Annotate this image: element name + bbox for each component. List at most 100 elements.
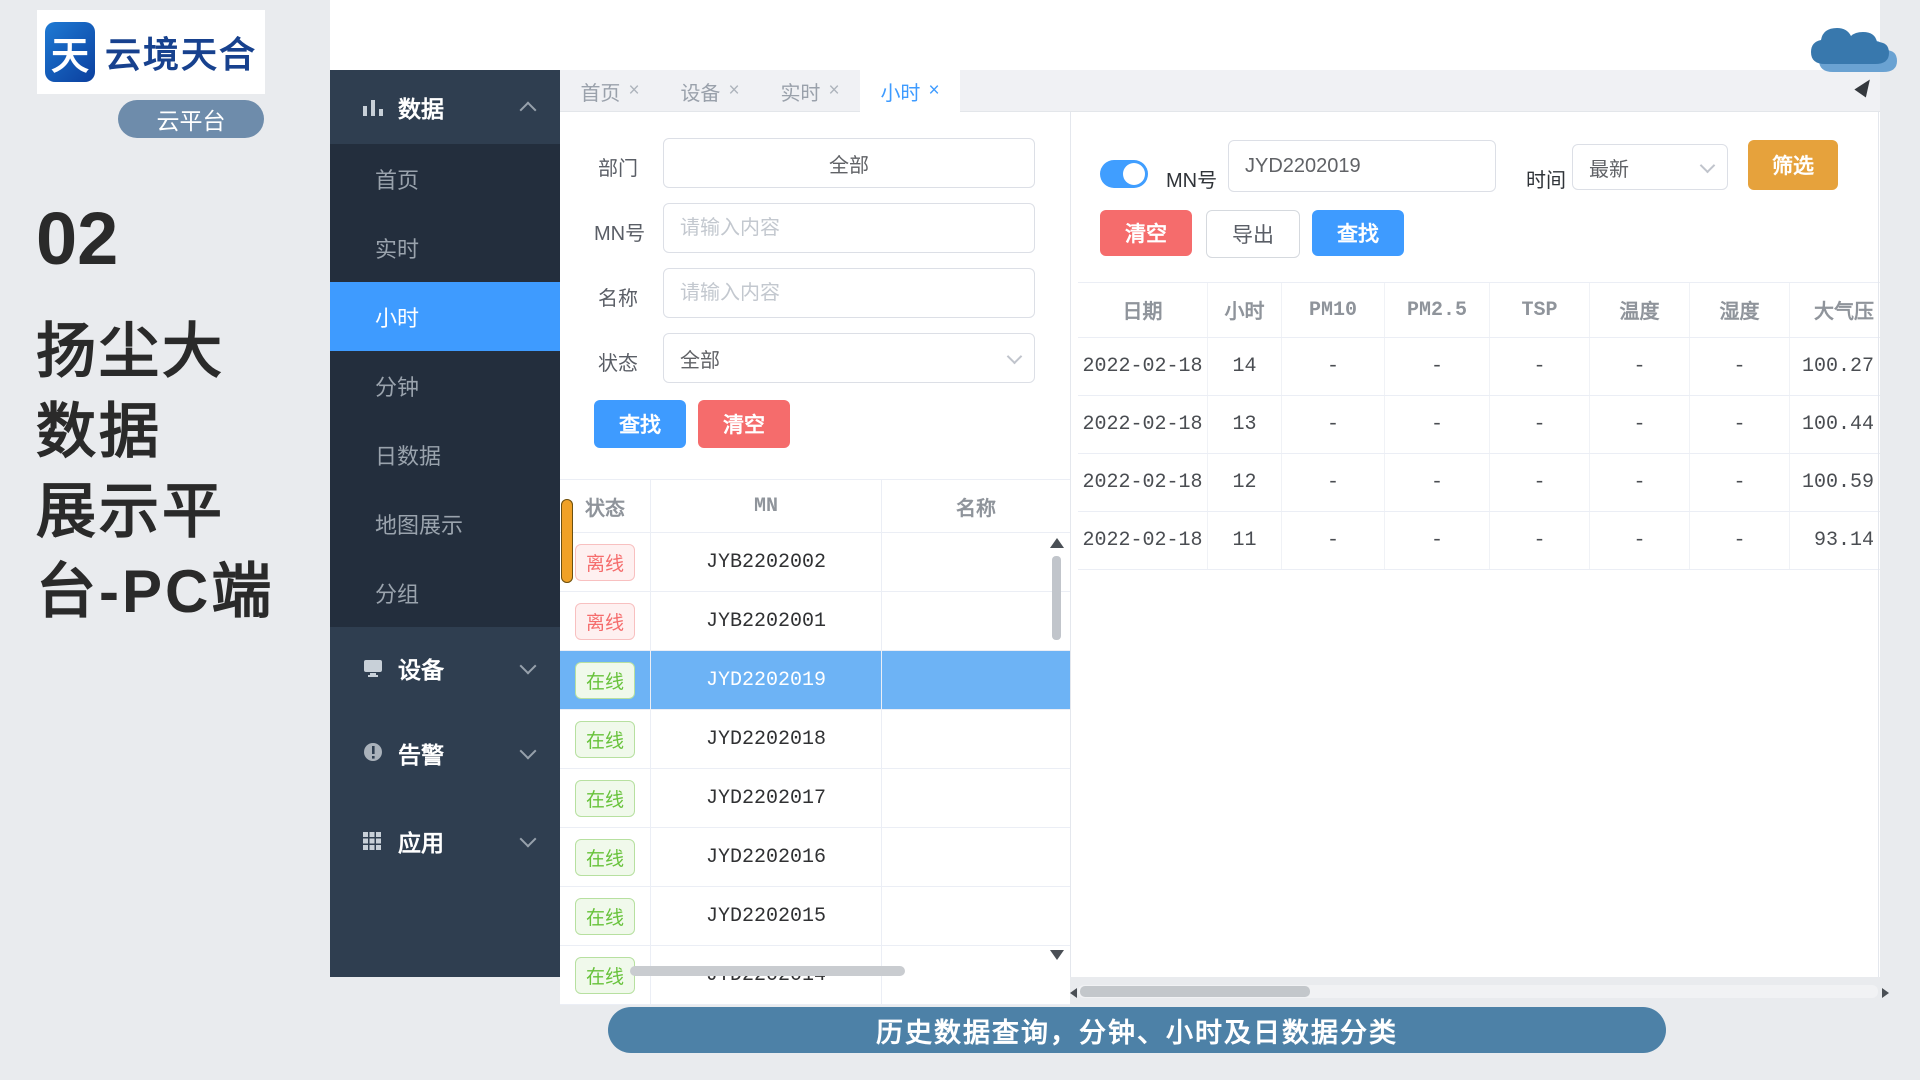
device-row[interactable]: 在线JYD2202015 xyxy=(560,887,1070,946)
results-cell: - xyxy=(1490,338,1590,395)
results-table-header: 日期小时PM10PM2.5TSP温度湿度大气压 xyxy=(1078,282,1880,338)
sidebar-section-label: 应用 xyxy=(398,824,444,858)
sidebar-section-device[interactable]: 设备 xyxy=(330,627,560,709)
status-badge: 在线 xyxy=(575,662,635,699)
results-cell: 100.59 xyxy=(1790,454,1880,511)
tab-label: 首页 xyxy=(580,77,620,106)
status-badge: 在线 xyxy=(575,780,635,817)
close-icon[interactable]: × xyxy=(928,80,939,102)
close-icon[interactable]: × xyxy=(728,80,739,102)
tab-设备[interactable]: 设备× xyxy=(660,70,760,112)
device-status-cell: 在线 xyxy=(560,651,651,709)
page: 天 云境天合 云平台 02 扬尘大 数据 展示平 台-PC端 数据 首页实时小时… xyxy=(0,0,1920,1080)
device-status-cell: 离线 xyxy=(560,592,651,650)
results-cell: - xyxy=(1690,338,1790,395)
status-badge: 离线 xyxy=(575,544,635,581)
results-search-button[interactable]: 查找 xyxy=(1312,210,1404,256)
sidebar-section-alert[interactable]: 告警 xyxy=(330,709,560,797)
results-table: 日期小时PM10PM2.5TSP温度湿度大气压 2022-02-1814----… xyxy=(1078,282,1880,570)
footer-caption: 历史数据查询，分钟、小时及日数据分类 xyxy=(608,1007,1666,1053)
results-mn-input[interactable] xyxy=(1228,140,1496,192)
tab-小时[interactable]: 小时× xyxy=(860,70,960,112)
results-cell: - xyxy=(1690,512,1790,569)
device-status-cell: 在线 xyxy=(560,769,651,827)
scroll-left-arrow[interactable] xyxy=(1070,988,1077,998)
device-row[interactable]: 离线JYB2202001 xyxy=(560,592,1070,651)
cloud-icon xyxy=(1795,2,1910,74)
results-cell: - xyxy=(1590,338,1690,395)
results-cell: - xyxy=(1490,512,1590,569)
sidebar-item-地图展示[interactable]: 地图展示 xyxy=(330,489,560,558)
device-row[interactable]: 在线JYD2202018 xyxy=(560,710,1070,769)
results-cell: - xyxy=(1490,454,1590,511)
scroll-right-arrow[interactable] xyxy=(1882,988,1889,998)
results-cell: - xyxy=(1282,454,1385,511)
tab-label: 实时 xyxy=(780,77,820,106)
panel-collapse-handle[interactable] xyxy=(561,499,573,583)
bar-chart-icon xyxy=(362,97,384,117)
vertical-scrollbar-thumb[interactable] xyxy=(1052,556,1061,640)
device-name xyxy=(882,887,1070,945)
brand-logo-icon: 天 xyxy=(45,22,95,82)
query-clear-button[interactable]: 清空 xyxy=(698,400,790,448)
query-search-button[interactable]: 查找 xyxy=(594,400,686,448)
name-input[interactable] xyxy=(663,268,1035,318)
chevron-down-icon xyxy=(520,743,537,760)
device-mn: JYD2202018 xyxy=(651,710,882,768)
device-mn: JYB2202002 xyxy=(651,533,882,591)
sidebar-item-小时[interactable]: 小时 xyxy=(330,282,560,351)
results-cell: - xyxy=(1282,512,1385,569)
device-row[interactable]: 在线JYD2202016 xyxy=(560,828,1070,887)
sidebar-item-实时[interactable]: 实时 xyxy=(330,213,560,282)
results-col-header: PM10 xyxy=(1282,283,1385,337)
status-select[interactable]: 全部 xyxy=(663,333,1035,383)
sidebar-item-分钟[interactable]: 分钟 xyxy=(330,351,560,420)
sidebar-item-日数据[interactable]: 日数据 xyxy=(330,420,560,489)
grid-icon xyxy=(362,831,384,851)
time-label: 时间 xyxy=(1526,164,1566,193)
results-cell: - xyxy=(1385,512,1490,569)
device-row[interactable]: 在线JYD2202017 xyxy=(560,769,1070,828)
results-cell: - xyxy=(1490,396,1590,453)
time-select[interactable]: 最新 xyxy=(1572,144,1728,190)
export-button[interactable]: 导出 xyxy=(1206,210,1300,258)
sidebar-section-label: 数据 xyxy=(398,90,444,124)
close-icon[interactable]: × xyxy=(828,80,839,102)
results-cell: - xyxy=(1590,454,1690,511)
sidebar-item-分组[interactable]: 分组 xyxy=(330,558,560,627)
sidebar-section-app[interactable]: 应用 xyxy=(330,797,560,885)
chevron-down-icon xyxy=(520,831,537,848)
close-icon[interactable]: × xyxy=(628,80,639,102)
tab-首页[interactable]: 首页 × xyxy=(560,70,660,112)
dept-select[interactable] xyxy=(663,138,1035,188)
scroll-down-arrow[interactable] xyxy=(1050,950,1064,960)
sidebar-item-首页[interactable]: 首页 xyxy=(330,144,560,213)
results-col-header: 小时 xyxy=(1208,283,1282,337)
chevron-up-icon xyxy=(520,102,537,119)
mn-toggle[interactable] xyxy=(1100,160,1148,188)
results-cell: 2022-02-18 xyxy=(1078,512,1208,569)
scroll-up-arrow[interactable] xyxy=(1050,538,1064,548)
horizontal-scrollbar-thumb-left[interactable] xyxy=(630,966,905,976)
device-row[interactable]: 离线 JYB2202002 xyxy=(560,533,1070,592)
name-label: 名称 xyxy=(598,282,638,311)
device-row[interactable]: 在线JYD2202019 xyxy=(560,651,1070,710)
results-col-header: 大气压 xyxy=(1790,283,1880,337)
results-cell: - xyxy=(1385,454,1490,511)
device-mn: JYD2202016 xyxy=(651,828,882,886)
results-cell: 2022-02-18 xyxy=(1078,338,1208,395)
device-col-name: 名称 xyxy=(882,480,1070,532)
results-col-header: PM2.5 xyxy=(1385,283,1490,337)
tab-实时[interactable]: 实时 × xyxy=(760,70,860,112)
results-row: 2022-02-1811-----93.14 xyxy=(1078,512,1880,570)
results-cell: - xyxy=(1690,396,1790,453)
mn-input[interactable] xyxy=(663,203,1035,253)
toggle-knob xyxy=(1123,163,1145,185)
sidebar-section-data[interactable]: 数据 xyxy=(330,70,560,144)
filter-button[interactable]: 筛选 xyxy=(1748,140,1838,190)
results-cell: 2022-02-18 xyxy=(1078,454,1208,511)
device-name xyxy=(882,533,1070,591)
results-clear-button[interactable]: 清空 xyxy=(1100,210,1192,256)
results-col-header: 湿度 xyxy=(1690,283,1790,337)
horizontal-scrollbar-thumb-right[interactable] xyxy=(1080,986,1310,997)
